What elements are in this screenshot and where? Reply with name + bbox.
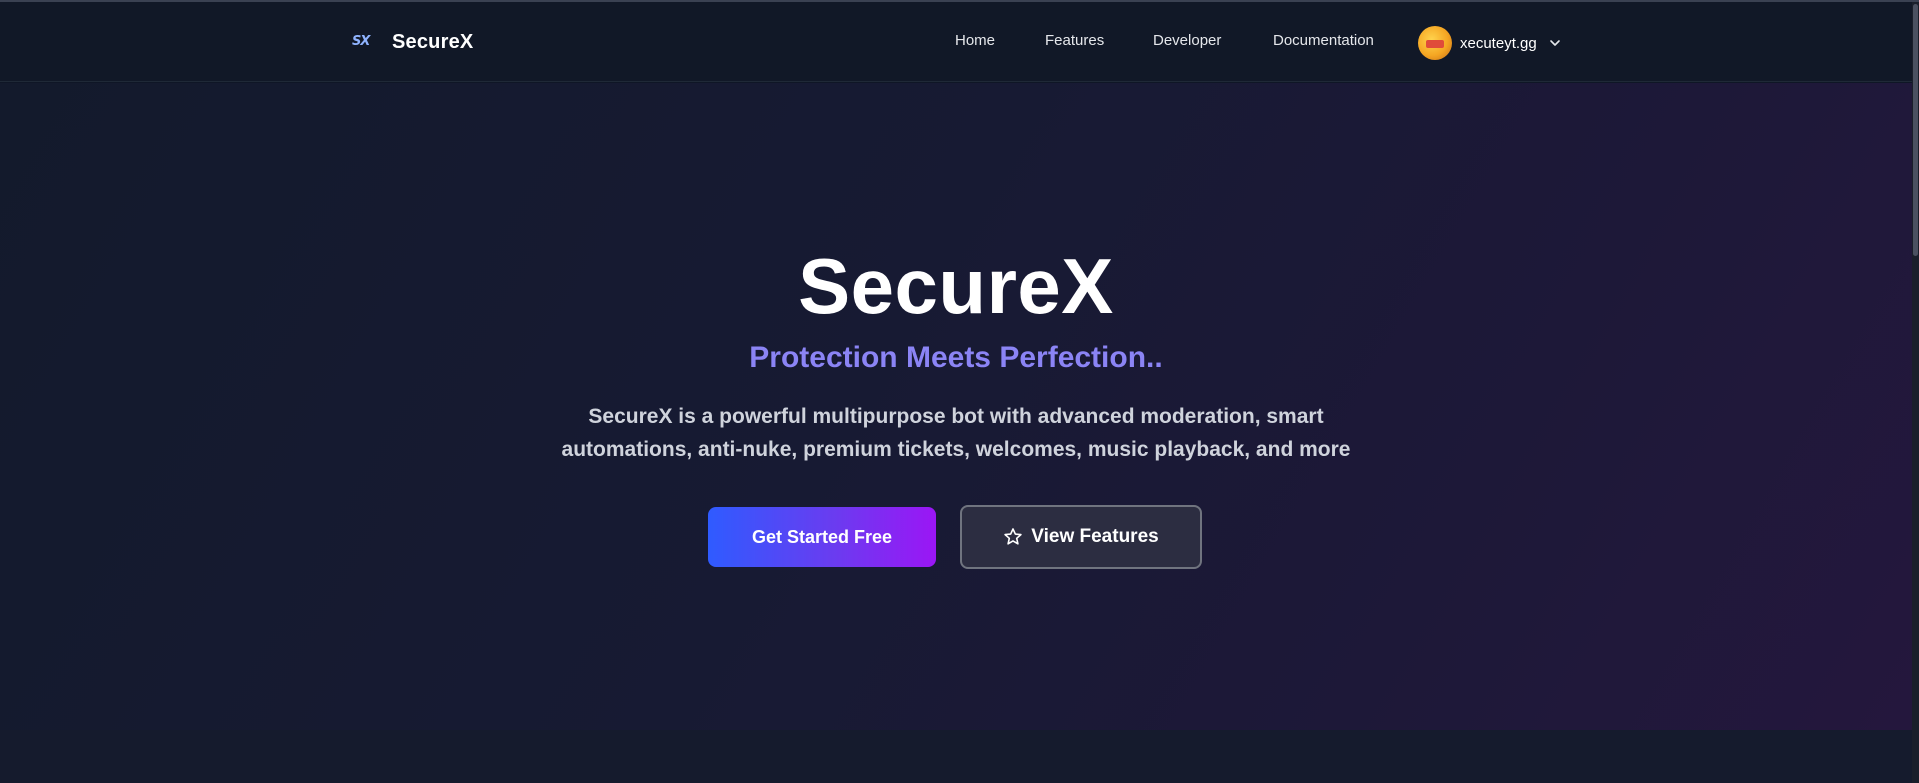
chevron-down-icon[interactable] (1549, 37, 1561, 49)
view-features-button[interactable]: View Features (960, 505, 1202, 569)
navbar: SX SecureX Home Features Developer Docum… (0, 2, 1912, 82)
nav-link-documentation[interactable]: Documentation (1273, 32, 1374, 49)
scrollbar-thumb[interactable] (1913, 4, 1918, 256)
nav-link-features[interactable]: Features (1045, 32, 1104, 49)
brand[interactable]: SX SecureX (352, 28, 473, 56)
brand-name: SecureX (392, 30, 474, 53)
hero-description: SecureX is a powerful multipurpose bot w… (506, 400, 1406, 466)
nav-link-home[interactable]: Home (955, 32, 995, 49)
next-section-strip (0, 730, 1912, 783)
user-avatar[interactable] (1418, 26, 1452, 60)
brand-logo-icon: SX (352, 34, 370, 49)
nav-link-developer[interactable]: Developer (1153, 32, 1221, 49)
hero-subtitle: Protection Meets Perfection.. (749, 341, 1163, 374)
hero-description-line-2: automations, anti-nuke, premium tickets,… (561, 438, 1351, 461)
hero-title: SecureX (798, 242, 1114, 330)
view-features-label: View Features (1031, 526, 1159, 547)
user-menu[interactable]: xecuteyt.gg (1418, 26, 1561, 60)
hero-description-line-1: SecureX is a powerful multipurpose bot w… (588, 405, 1324, 428)
username: xecuteyt.gg (1460, 34, 1537, 52)
page: SX SecureX Home Features Developer Docum… (0, 0, 1919, 783)
get-started-button[interactable]: Get Started Free (708, 507, 936, 567)
star-icon (1004, 528, 1022, 545)
